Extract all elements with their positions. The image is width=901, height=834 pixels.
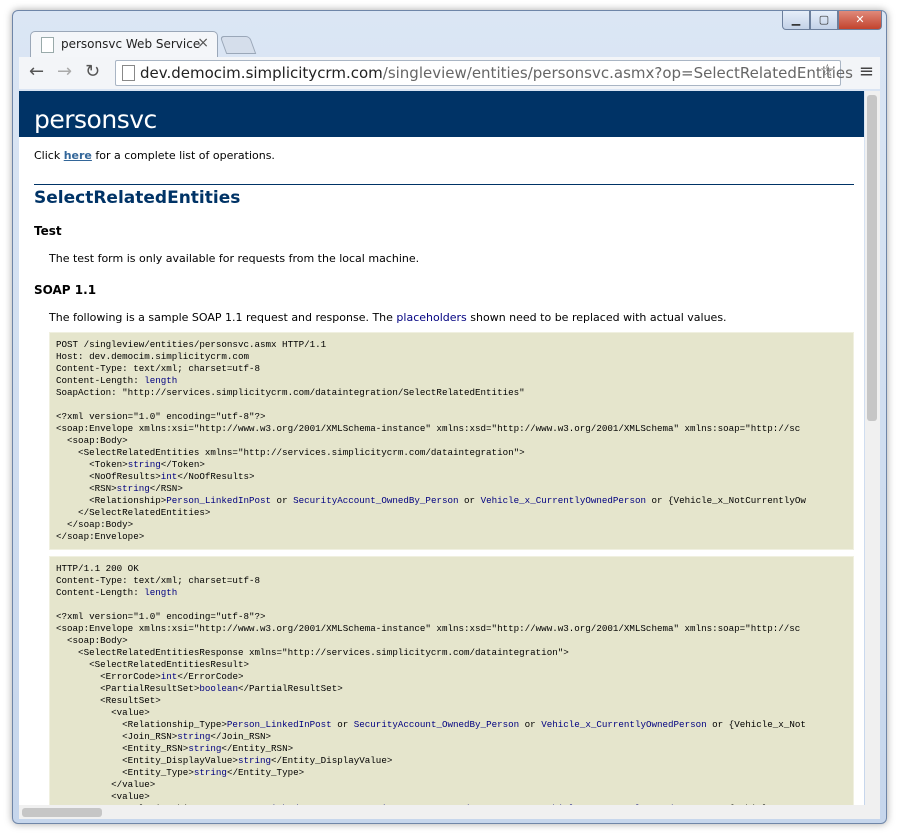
soap-request-sample: POST /singleview/entities/personsvc.asmx…	[49, 332, 854, 550]
menu-icon[interactable]: ≡	[859, 61, 874, 82]
code-line: SoapAction: "http://services.simplicityc…	[56, 387, 525, 398]
placeholder-value: length	[144, 587, 178, 598]
page-heading: personsvc	[19, 91, 864, 137]
url-host: dev.democim.simplicitycrm.com	[140, 64, 383, 82]
bookmark-star-icon[interactable]: ☆	[820, 61, 835, 81]
browser-toolbar: ← → ↻ dev.democim.simplicitycrm.com/sing…	[19, 57, 880, 89]
code-line: <NoOfResults>int</NoOfResults>	[56, 471, 255, 482]
code-line: </soap:Body>	[56, 519, 134, 530]
tab-personsvc[interactable]: personsvc Web Service ×	[30, 31, 218, 58]
code-line: <ErrorCode>int</ErrorCode>	[56, 671, 244, 682]
code-line: </SelectRelatedEntities>	[56, 507, 211, 518]
page-icon	[122, 65, 135, 81]
test-heading: Test	[34, 224, 62, 238]
horizontal-scroll-thumb[interactable]	[22, 808, 102, 817]
code-line: <PartialResultSet>boolean</PartialResult…	[56, 683, 343, 694]
code-line: <value>	[56, 707, 150, 718]
placeholder-value: string	[116, 483, 150, 494]
soap-heading: SOAP 1.1	[34, 283, 97, 297]
code-line: <soap:Body>	[56, 635, 128, 646]
code-line: Content-Length: length	[56, 587, 178, 598]
placeholder-value: Person_LinkedInPost	[226, 719, 332, 730]
page-content: Click here for a complete list of operat…	[19, 137, 864, 805]
code-line: <Entity_RSN>string</Entity_RSN>	[56, 743, 294, 754]
placeholder-value: SecurityAccount_OwnedBy_Person	[293, 495, 459, 506]
code-line: <RSN>string</RSN>	[56, 483, 183, 494]
new-tab-button[interactable]	[219, 36, 257, 54]
code-line: </value>	[56, 779, 156, 790]
window-controls: ▁ ▢ ✕	[782, 11, 882, 30]
code-line: <SelectRelatedEntitiesResult>	[56, 659, 249, 670]
placeholder-value: int	[160, 471, 178, 482]
soap-intro-text-end: shown need to be replaced with actual va…	[466, 311, 727, 324]
url-path: /singleview/entities/personsvc.asmx?op=S…	[382, 64, 853, 82]
page-icon	[41, 37, 54, 53]
vertical-scroll-thumb[interactable]	[867, 95, 877, 421]
browser-window: personsvc Web Service × ▁ ▢ ✕ ← → ↻ dev.…	[12, 10, 887, 824]
code-line: POST /singleview/entities/personsvc.asmx…	[56, 339, 327, 350]
code-line: <Relationship_Type>Person_LinkedInPost o…	[56, 719, 806, 730]
back-icon[interactable]: ←	[29, 61, 44, 82]
placeholder-value: Vehicle_x_CurrentlyOwnedPerson	[541, 719, 707, 730]
placeholder-value: string	[127, 459, 161, 470]
code-line: <?xml version="1.0" encoding="utf-8"?>	[56, 411, 266, 422]
tab-strip: personsvc Web Service × ▁ ▢ ✕	[13, 11, 886, 58]
code-line: Host: dev.democim.simplicitycrm.com	[56, 351, 249, 362]
code-line: <?xml version="1.0" encoding="utf-8"?>	[56, 611, 266, 622]
code-line: <Join_RSN>string</Join_RSN>	[56, 731, 272, 742]
placeholder-value: string	[177, 731, 211, 742]
code-line: <soap:Envelope xmlns:xsi="http://www.w3.…	[56, 623, 801, 634]
placeholder-value: string	[237, 755, 272, 766]
code-line: <Token>string</Token>	[56, 459, 205, 470]
maximize-button[interactable]: ▢	[810, 11, 838, 30]
operation-title: SelectRelatedEntities	[34, 188, 241, 208]
vertical-scrollbar[interactable]	[865, 91, 880, 805]
address-bar[interactable]: dev.democim.simplicitycrm.com/singleview…	[115, 60, 853, 86]
code-line: <SelectRelatedEntities xmlns="http://ser…	[56, 447, 525, 458]
code-line: <soap:Body>	[56, 435, 128, 446]
divider	[34, 184, 854, 185]
forward-icon[interactable]: →	[57, 61, 72, 82]
placeholder-value: string	[188, 743, 222, 754]
click-prefix: Click	[34, 149, 64, 162]
code-line: HTTP/1.1 200 OK	[56, 563, 139, 574]
placeholder-value: string	[193, 767, 227, 778]
soap-intro-text: The following is a sample SOAP 1.1 reque…	[49, 311, 397, 324]
code-line: <Relationship>Person_LinkedInPost or Sec…	[56, 495, 806, 506]
placeholder-value: length	[144, 375, 178, 386]
placeholder-value: SecurityAccount_OwnedBy_Person	[353, 719, 520, 730]
placeholder-value: int	[160, 671, 178, 682]
here-link[interactable]: here	[64, 149, 92, 162]
placeholders-word: placeholders	[396, 311, 467, 324]
test-text: The test form is only available for requ…	[49, 252, 420, 265]
code-line: <value>	[56, 791, 150, 802]
horizontal-scrollbar[interactable]	[19, 805, 880, 819]
minimize-button[interactable]: ▁	[782, 11, 810, 30]
placeholder-value: Vehicle_x_CurrentlyOwnedPerson	[480, 495, 646, 506]
close-tab-icon[interactable]: ×	[197, 35, 209, 51]
code-line: Content-Length: length	[56, 375, 178, 386]
url-text[interactable]: dev.democim.simplicitycrm.com/singleview…	[140, 64, 853, 82]
click-suffix: for a complete list of operations.	[91, 149, 275, 162]
page-viewport: personsvc Click here for a complete list…	[19, 91, 864, 805]
code-line: Content-Type: text/xml; charset=utf-8	[56, 575, 260, 586]
code-line: <SelectRelatedEntitiesResponse xmlns="ht…	[56, 647, 569, 658]
code-line: </soap:Envelope>	[56, 531, 145, 542]
code-line: <Entity_DisplayValue>string</Entity_Disp…	[56, 755, 393, 766]
code-line: <Entity_Type>string</Entity_Type>	[56, 767, 305, 778]
code-line: <ResultSet>	[56, 695, 161, 706]
code-line: <soap:Envelope xmlns:xsi="http://www.w3.…	[56, 423, 801, 434]
soap-intro: The following is a sample SOAP 1.1 reque…	[49, 311, 854, 324]
reload-icon[interactable]: ↻	[85, 61, 100, 82]
placeholder-value: boolean	[199, 683, 238, 694]
code-line: Content-Type: text/xml; charset=utf-8	[56, 363, 260, 374]
operations-line: Click here for a complete list of operat…	[34, 149, 854, 162]
close-window-button[interactable]: ✕	[838, 11, 882, 30]
tab-title: personsvc Web Service	[61, 37, 201, 51]
soap-response-sample: HTTP/1.1 200 OK Content-Type: text/xml; c…	[49, 556, 854, 805]
placeholder-value: Person_LinkedInPost	[166, 495, 272, 506]
